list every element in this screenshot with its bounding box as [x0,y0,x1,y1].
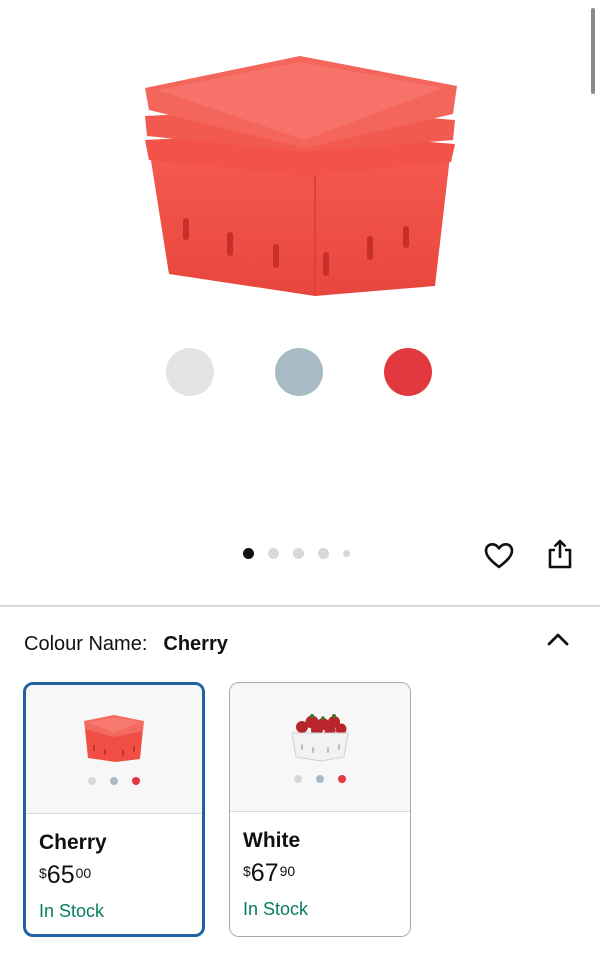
share-button[interactable] [543,537,577,571]
variant-card-cherry[interactable]: Cherry $ 65 00 In Stock [23,682,205,937]
variant-thumbnail [230,683,410,811]
price-currency: $ [39,865,47,881]
red-basket-image [84,715,144,762]
variant-price: $ 67 90 [243,861,295,886]
carousel-dot[interactable] [293,547,304,559]
variant-name: White [243,829,301,852]
section-divider [0,605,600,607]
colour-name-label: Colour Name: [24,632,148,655]
favourite-button[interactable] [482,539,516,573]
variant-name: Cherry [39,831,107,854]
mini-dot [110,777,118,785]
variant-card-white[interactable]: White $ 67 90 In Stock [229,682,411,937]
price-fraction: 90 [279,863,296,879]
price-whole: 67 [250,859,279,887]
colour-name-row: Colour Name: Cherry [24,630,228,658]
chevron-up-icon [547,633,569,646]
colour-swatch-blue[interactable] [275,348,323,396]
card-divider [26,813,202,814]
product-image-gallery[interactable] [0,0,600,600]
collapse-button[interactable] [543,624,573,654]
heart-icon [484,543,514,569]
carousel-dot[interactable] [318,547,329,559]
share-icon [548,539,572,569]
variant-colour-dots [230,775,410,783]
availability-status: In Stock [243,899,309,919]
mini-dot [338,775,346,783]
variant-thumbnail [26,685,202,813]
card-divider [230,811,410,812]
colour-swatch-red[interactable] [384,348,432,396]
price-whole: 65 [46,861,75,889]
white-basket-with-strawberries-image [291,714,349,762]
carousel-dot[interactable] [243,547,254,559]
image-carousel-indicator[interactable] [243,546,364,560]
variant-price: $ 65 00 [39,863,91,888]
mini-dot [294,775,302,783]
price-currency: $ [243,863,251,879]
selected-colour-value: Cherry [163,632,228,655]
carousel-dot[interactable] [268,547,279,559]
variant-colour-dots [26,777,202,785]
availability-status: In Stock [39,901,105,921]
price-fraction: 00 [75,865,92,881]
mini-dot [316,775,324,783]
mini-dot [132,777,140,785]
carousel-dot[interactable] [343,549,350,557]
colour-swatch-row [0,348,600,398]
mini-dot [88,777,96,785]
product-image [145,56,457,296]
colour-swatch-white[interactable] [166,348,214,396]
